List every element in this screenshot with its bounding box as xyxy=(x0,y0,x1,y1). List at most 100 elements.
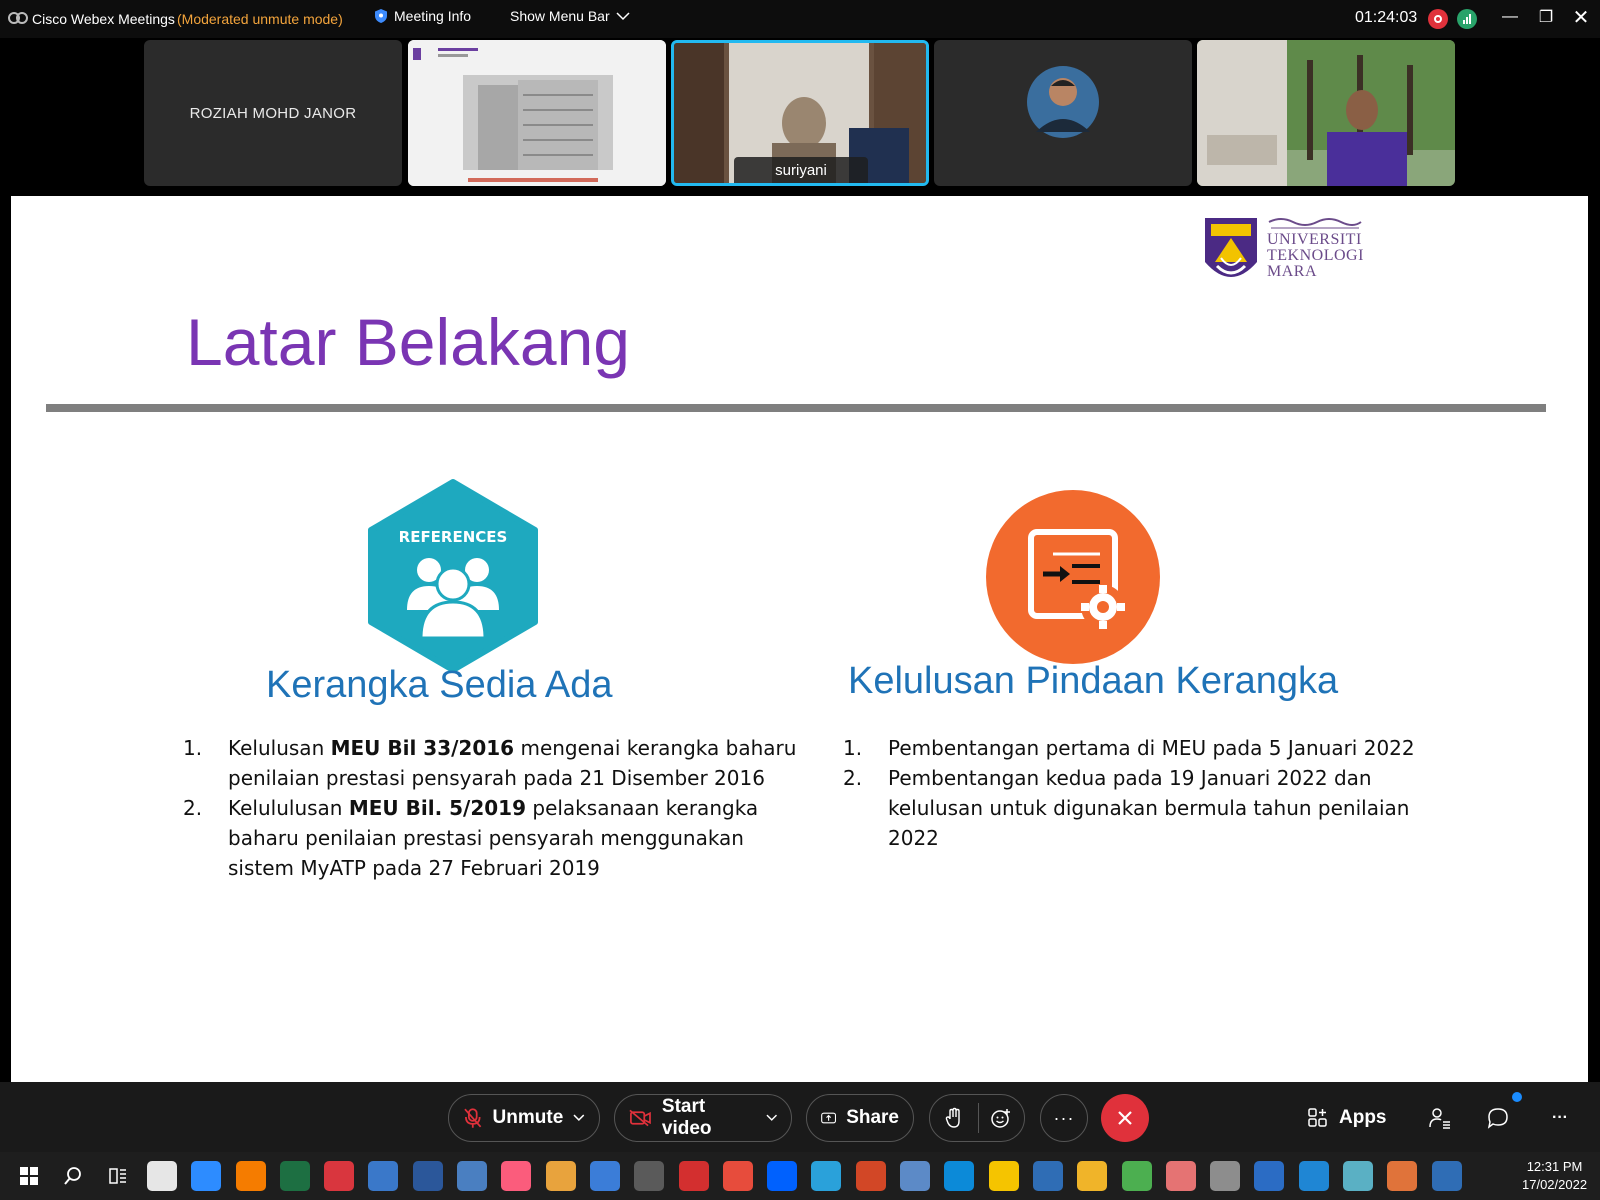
list-item: 2. Pembentangan kedua pada 19 Januari 20… xyxy=(843,766,1410,850)
document-settings-icon xyxy=(986,490,1160,664)
paint-3d-icon[interactable] xyxy=(1166,1161,1196,1191)
show-menu-bar-button[interactable]: Show Menu Bar xyxy=(510,8,630,24)
recording-icon[interactable] xyxy=(1428,9,1448,29)
folder-icon[interactable] xyxy=(1077,1161,1107,1191)
start-video-button[interactable]: Start video xyxy=(614,1094,792,1142)
list-item: 1. Pembentangan pertama di MEU pada 5 Ja… xyxy=(843,736,1415,760)
excel-icon[interactable] xyxy=(280,1161,310,1191)
apps-icon xyxy=(1308,1108,1327,1127)
unmute-button[interactable]: Unmute xyxy=(448,1094,600,1142)
paint-icon[interactable] xyxy=(546,1161,576,1191)
svg-text:REFERENCES: REFERENCES xyxy=(399,528,508,546)
dropbox-icon[interactable] xyxy=(767,1161,797,1191)
shield-icon xyxy=(375,9,387,23)
chat-button[interactable] xyxy=(1487,1094,1509,1142)
unmute-label: Unmute xyxy=(492,1107,564,1128)
title-divider xyxy=(46,404,1546,412)
left-list: 1. Kelulusan MEU Bil 33/2016 mengenai ke… xyxy=(183,733,796,883)
participant-tile[interactable] xyxy=(1197,40,1455,186)
slide-title: Latar Belakang xyxy=(186,305,630,379)
chat-notification-dot xyxy=(1512,1092,1522,1102)
apps-label: Apps xyxy=(1339,1107,1387,1128)
calculator-sigma-icon[interactable] xyxy=(457,1161,487,1191)
chevron-down-icon[interactable] xyxy=(765,1114,777,1122)
start-video-label: Start video xyxy=(661,1096,712,1139)
participant-tile-active[interactable]: suriyani xyxy=(671,40,929,186)
webex-icon[interactable] xyxy=(1033,1161,1063,1191)
itunes-icon[interactable] xyxy=(501,1161,531,1191)
task-view-icon[interactable] xyxy=(103,1161,133,1191)
moderated-mode-label: (Moderated unmute mode) xyxy=(177,11,343,27)
meeting-info-label: Meeting Info xyxy=(394,8,472,24)
participant-tile[interactable]: ROZIAH MOHD JANOR xyxy=(144,40,402,186)
right-list: 1. Pembentangan pertama di MEU pada 5 Ja… xyxy=(843,733,1415,853)
share-button[interactable]: Share xyxy=(806,1094,914,1142)
ellipsis-icon: ··· xyxy=(1053,1107,1075,1128)
participants-button[interactable] xyxy=(1428,1094,1452,1142)
search-icon[interactable] xyxy=(58,1161,88,1191)
shared-slide-thumbnail xyxy=(408,40,666,186)
participant-tile-shared-content[interactable] xyxy=(408,40,666,186)
shared-slide: UNIVERSITI TEKNOLOGI MARA Latar Belakang… xyxy=(11,196,1588,1082)
reactions-group xyxy=(929,1094,1025,1142)
webex-window: Cisco Webex Meetings (Moderated unmute m… xyxy=(0,0,1600,1200)
voice-recorder-icon[interactable] xyxy=(1210,1161,1240,1191)
powerpoint-icon[interactable] xyxy=(856,1161,886,1191)
app-red-icon[interactable] xyxy=(324,1161,354,1191)
app-orange-icon[interactable] xyxy=(1387,1161,1417,1191)
zoom-icon[interactable] xyxy=(191,1161,221,1191)
chrome-icon[interactable] xyxy=(1122,1161,1152,1191)
app-blue-icon[interactable] xyxy=(368,1161,398,1191)
disk-icon[interactable] xyxy=(147,1161,177,1191)
camera-off-icon xyxy=(629,1109,651,1127)
network-health-icon[interactable] xyxy=(1457,9,1477,29)
participant-name: ROZIAH MOHD JANOR xyxy=(189,104,357,122)
app-circle-icon[interactable] xyxy=(723,1161,753,1191)
system-clock[interactable]: 12:31 PM 17/02/2022 xyxy=(1522,1158,1587,1194)
minimize-icon[interactable]: — xyxy=(1495,4,1525,30)
meeting-controls: Unmute Start video Share ··· Apps ··· xyxy=(0,1082,1600,1152)
more-options-button[interactable]: ··· xyxy=(1040,1094,1088,1142)
calculator-icon[interactable] xyxy=(634,1161,664,1191)
close-icon[interactable]: ✕ xyxy=(1566,4,1596,30)
start-icon[interactable] xyxy=(14,1161,44,1191)
chevron-down-icon[interactable] xyxy=(573,1114,585,1122)
webex-2-icon[interactable] xyxy=(1432,1161,1462,1191)
reactions-icon[interactable] xyxy=(978,1095,1024,1141)
meeting-timer: 01:24:03 xyxy=(1355,9,1418,26)
share-icon xyxy=(821,1112,837,1124)
laptop-icon[interactable] xyxy=(900,1161,930,1191)
share-label: Share xyxy=(846,1107,899,1128)
right-column-heading: Kelulusan Pindaan Kerangka xyxy=(848,660,1339,702)
reader-icon[interactable] xyxy=(1254,1161,1284,1191)
more-button[interactable]: ··· xyxy=(1552,1094,1568,1142)
leave-meeting-button[interactable] xyxy=(1101,1094,1149,1142)
chat-icon xyxy=(1487,1108,1508,1129)
telegram-icon[interactable] xyxy=(811,1161,841,1191)
webex-logo-icon xyxy=(8,12,28,24)
apps-button[interactable]: Apps xyxy=(1307,1094,1387,1142)
left-column-heading: Kerangka Sedia Ada xyxy=(266,664,613,706)
word-icon[interactable] xyxy=(413,1161,443,1191)
participants-icon xyxy=(1429,1108,1450,1129)
app-title: Cisco Webex Meetings xyxy=(32,11,175,27)
chevron-down-icon xyxy=(616,12,630,21)
references-icon: REFERENCES xyxy=(368,479,538,673)
participant-tile[interactable] xyxy=(934,40,1192,186)
explorer-app-icon[interactable] xyxy=(590,1161,620,1191)
vlc-icon[interactable] xyxy=(236,1161,266,1191)
windows-taskbar: 12:31 PM 17/02/2022 xyxy=(0,1152,1600,1200)
sticky-notes-icon[interactable] xyxy=(989,1161,1019,1191)
photos-icon[interactable] xyxy=(1299,1161,1329,1191)
title-bar: Cisco Webex Meetings (Moderated unmute m… xyxy=(0,0,1600,38)
meeting-info-button[interactable]: Meeting Info xyxy=(374,8,471,24)
close-icon xyxy=(1118,1111,1132,1125)
show-menu-bar-label: Show Menu Bar xyxy=(510,8,610,24)
raise-hand-icon[interactable] xyxy=(930,1095,978,1141)
participant-video xyxy=(1197,40,1455,186)
edge-icon[interactable] xyxy=(944,1161,974,1191)
app-red-2-icon[interactable] xyxy=(679,1161,709,1191)
restore-icon[interactable]: ❐ xyxy=(1531,4,1561,30)
list-item: 1. Kelulusan MEU Bil 33/2016 mengenai ke… xyxy=(183,736,797,790)
app-teal-icon[interactable] xyxy=(1343,1161,1373,1191)
